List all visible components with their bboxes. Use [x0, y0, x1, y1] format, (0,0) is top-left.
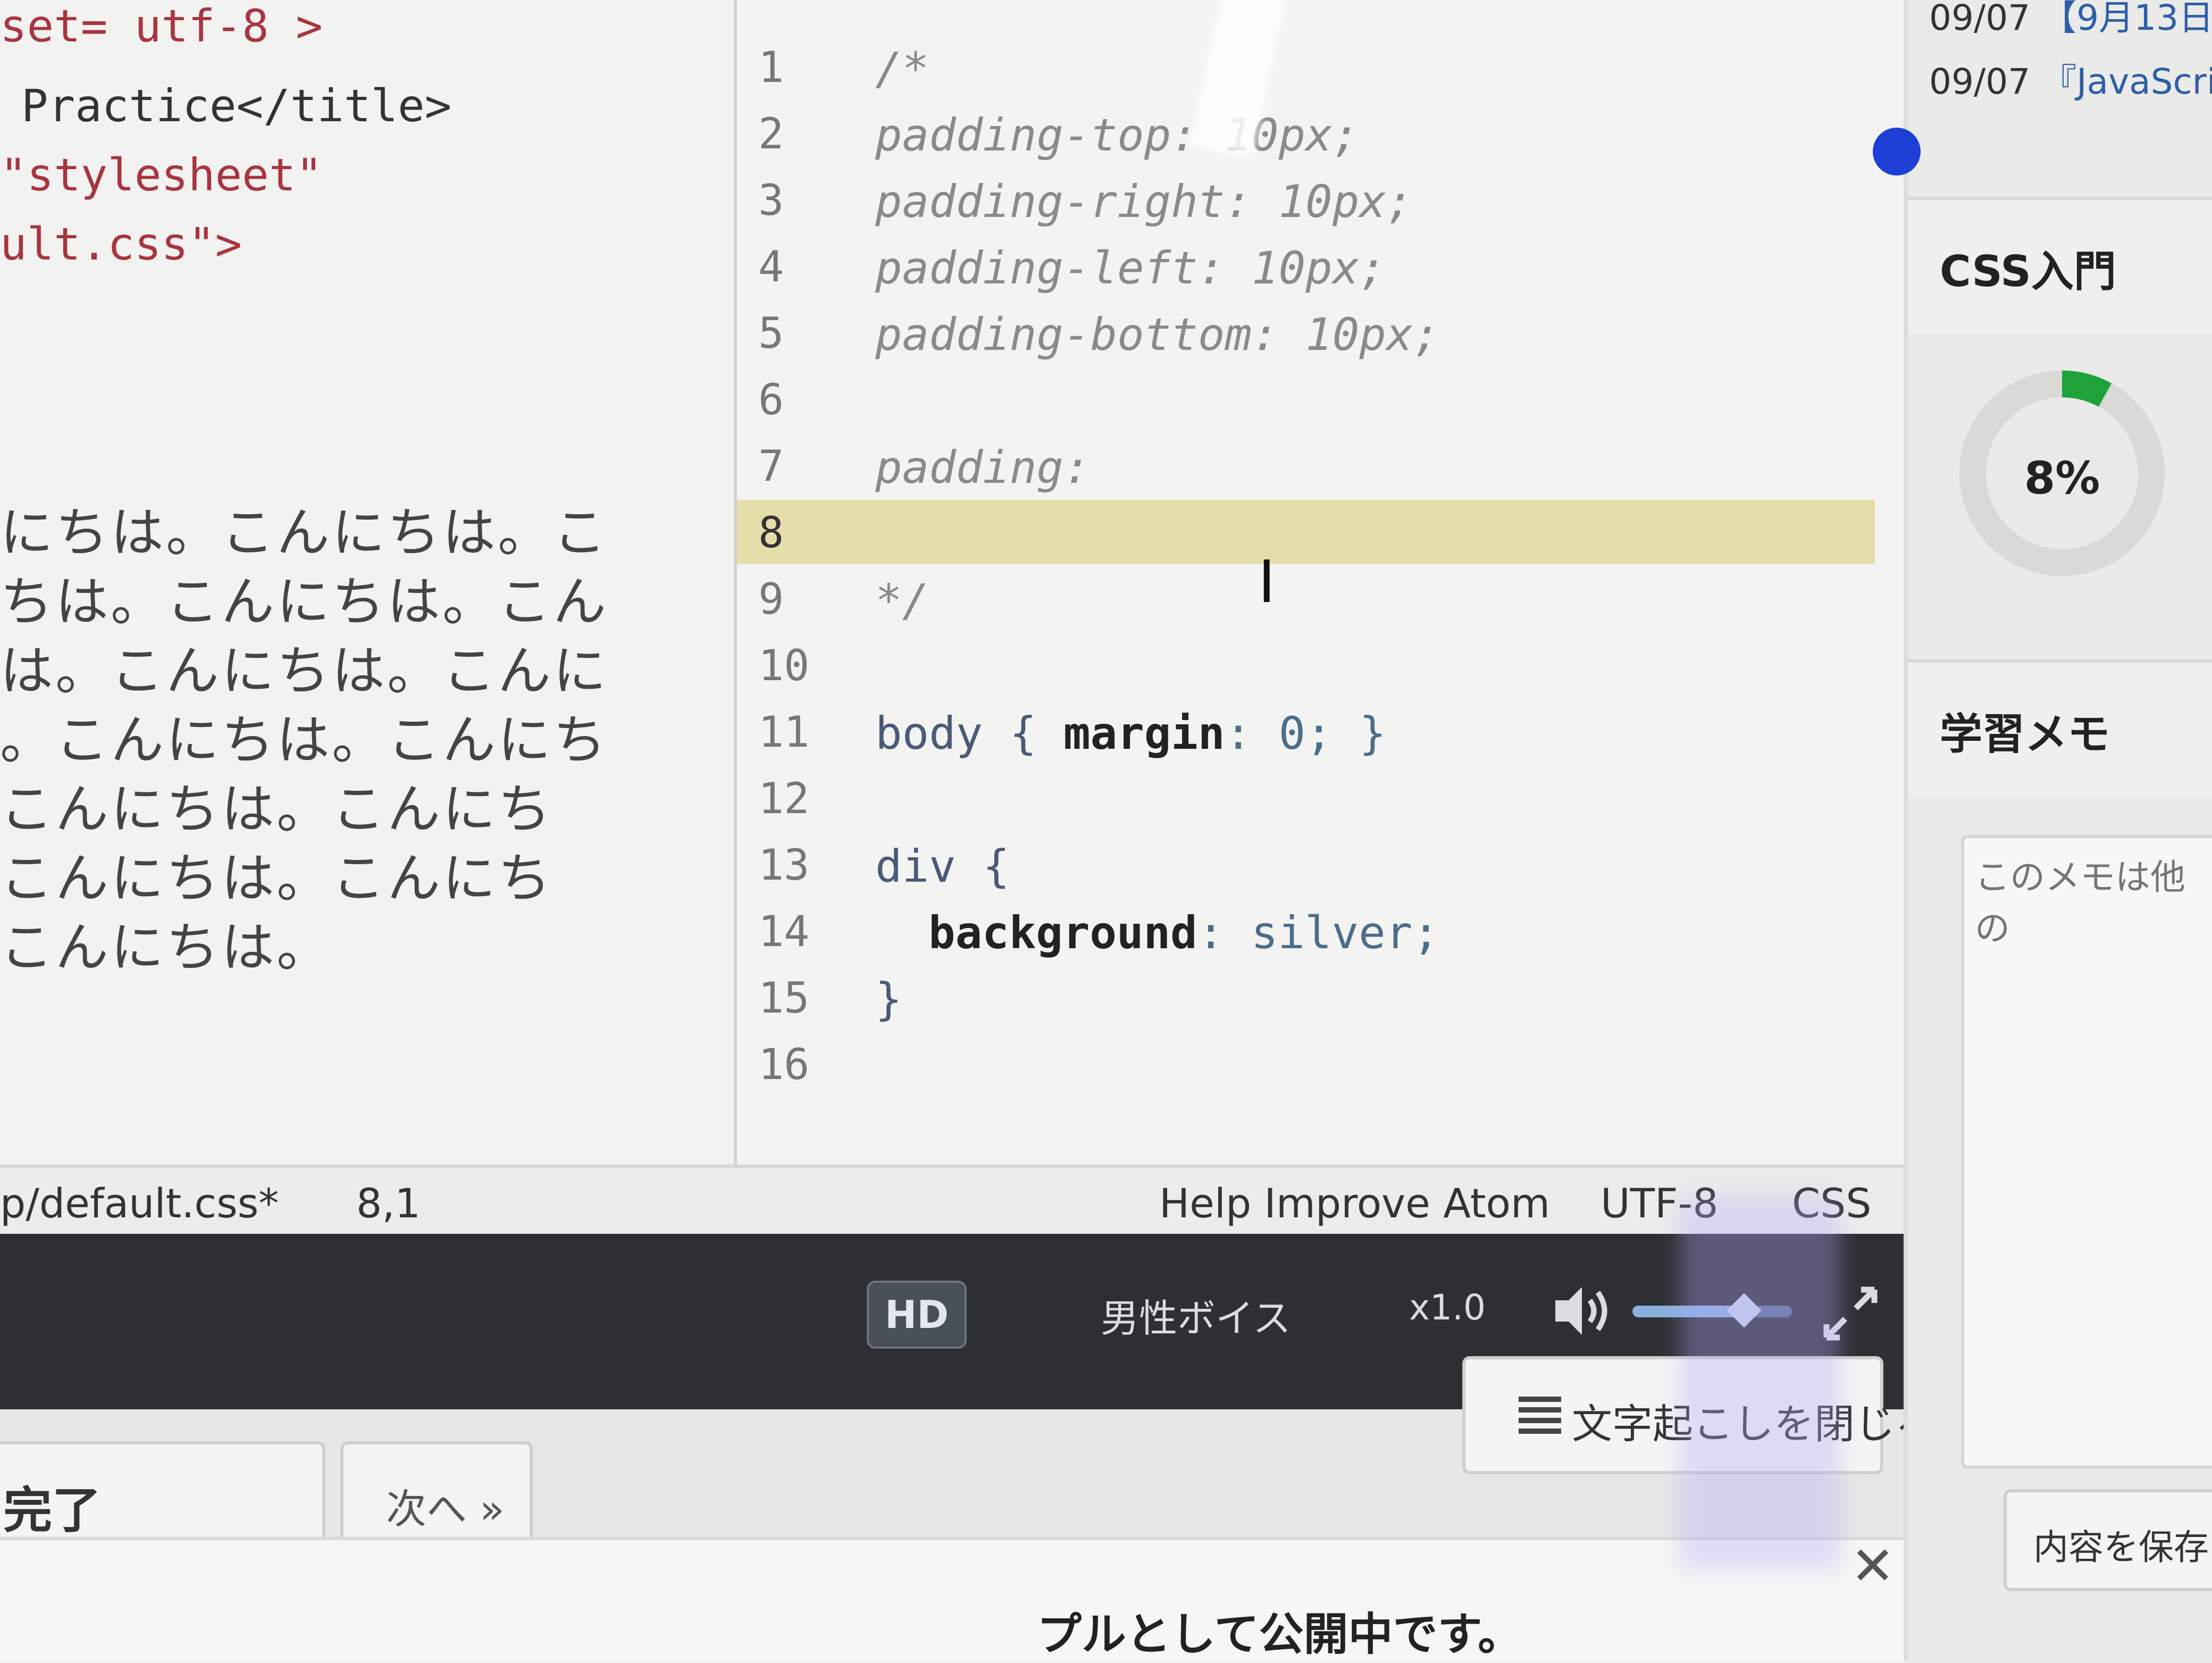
line-number: 13	[758, 840, 810, 890]
news-date: 09/07	[1929, 61, 2031, 102]
speed-selector[interactable]: x1.0	[1409, 1287, 1486, 1328]
line-number: 6	[758, 375, 784, 424]
memo-textarea[interactable]	[1964, 838, 2212, 1466]
code-line: Practice</title>	[21, 80, 452, 132]
line-number: 10	[758, 641, 810, 690]
css-selector: body {	[875, 707, 1037, 759]
code-line: ult.css">	[0, 218, 242, 270]
progress-percent: 8%	[2024, 452, 2100, 504]
css-value: : 0; }	[1225, 707, 1386, 759]
html-editor-pane[interactable]: set= utf-8 > Practice</title> "styleshee…	[0, 0, 734, 1165]
save-memo-button[interactable]: 内容を保存す	[2004, 1489, 2212, 1591]
line-number: 16	[758, 1040, 810, 1089]
cursor-position[interactable]: 8,1	[356, 1180, 421, 1227]
css-editor-pane[interactable]: 1 2 3 4 5 6 7 8 9 10 11 12 13 14 15 16 /…	[734, 0, 1907, 1165]
text-line: こんにちは。こんにち	[0, 847, 553, 909]
news-title[interactable]: 【9月13日】	[2041, 0, 2212, 38]
code-line: */	[875, 574, 929, 626]
text-cursor-icon: I	[1258, 548, 1276, 616]
css-property: margin	[1063, 707, 1225, 759]
course-title: CSS入門	[1940, 247, 2116, 296]
line-number: 14	[758, 907, 810, 956]
code-line: }	[875, 973, 902, 1025]
line-number: 1	[758, 43, 784, 92]
save-memo-label: 内容を保存す	[2033, 1527, 2212, 1568]
news-title[interactable]: 『JavaScript	[2041, 61, 2212, 102]
text-line: は。こんにちは。こんに	[0, 640, 608, 702]
next-label: 次へ »	[386, 1485, 505, 1533]
complete-label: 完了	[3, 1482, 102, 1539]
volume-icon[interactable]	[1547, 1276, 1616, 1346]
line-number: 7	[758, 441, 784, 491]
line-number: 3	[758, 176, 784, 225]
right-sidebar: 09/07 【9月13日】 09/07 『JavaScript CSS入門 8%…	[1873, 0, 2212, 1659]
text-lines-icon	[1519, 1397, 1561, 1434]
news-date: 09/07	[1929, 0, 2031, 38]
line-number: 5	[758, 308, 784, 358]
file-path[interactable]: p/default.css*	[0, 1180, 279, 1227]
line-number: 12	[758, 774, 810, 823]
code-line: padding-bottom: 10px;	[875, 308, 1440, 361]
current-line-highlight	[737, 500, 1875, 564]
course-panel-header: CSS入門	[1908, 197, 2212, 333]
line-number: 9	[758, 574, 784, 624]
code-line: padding-right: 10px;	[875, 176, 1413, 228]
notification-banner: ✕ プルとして公開中です。	[0, 1535, 1904, 1662]
code-line: padding-top: 10px;	[875, 109, 1360, 161]
news-item[interactable]: 09/07 【9月13日】	[1929, 0, 2212, 40]
help-improve-link[interactable]: Help Improve Atom	[1159, 1180, 1550, 1227]
hd-toggle-button[interactable]: HD	[867, 1281, 967, 1349]
banner-message: プルとして公開中です。	[1037, 1608, 1523, 1660]
status-bar: p/default.css* 8,1 Help Improve Atom UTF…	[0, 1165, 1904, 1237]
memo-title: 学習メモ	[1940, 709, 2110, 759]
line-number: 11	[758, 707, 810, 757]
code-line: padding-left: 10px;	[875, 242, 1386, 294]
transcript-toolbar: 完了 次へ » 文字起こしを閉じる	[0, 1356, 1936, 1554]
line-number: 2	[758, 109, 784, 158]
line-number: 4	[758, 242, 784, 291]
code-line: background: silver;	[928, 907, 1439, 959]
code-line: /*	[875, 43, 929, 95]
notification-dot	[1873, 128, 1921, 176]
code-line: padding:	[875, 441, 1091, 494]
line-number: 15	[758, 973, 810, 1023]
text-line: こんにちは。	[0, 916, 332, 979]
code-line: set= utf-8 >	[0, 0, 323, 52]
memo-box	[1961, 835, 2212, 1469]
code-line: "stylesheet"	[0, 149, 323, 201]
memo-panel-header: 学習メモ	[1908, 659, 2212, 796]
code-line: div {	[875, 840, 1010, 892]
news-item[interactable]: 09/07 『JavaScript	[1929, 53, 2212, 104]
text-line: ちは。こんにちは。こん	[0, 571, 608, 633]
banner-close-icon[interactable]: ✕	[1850, 1535, 1895, 1597]
voice-selector[interactable]: 男性ボイス	[1101, 1287, 1291, 1343]
css-property: background	[928, 907, 1197, 959]
line-number-active: 8	[758, 508, 784, 557]
code-line: body { margin: 0; }	[875, 707, 1386, 759]
text-line: こんにちは。こんにち	[0, 778, 553, 840]
screen-glare	[1680, 1197, 1840, 1569]
text-line: にちは。こんにちは。こ	[0, 502, 608, 564]
css-value: : silver;	[1197, 907, 1439, 959]
text-line: 。こんにちは。こんにち	[0, 709, 608, 771]
